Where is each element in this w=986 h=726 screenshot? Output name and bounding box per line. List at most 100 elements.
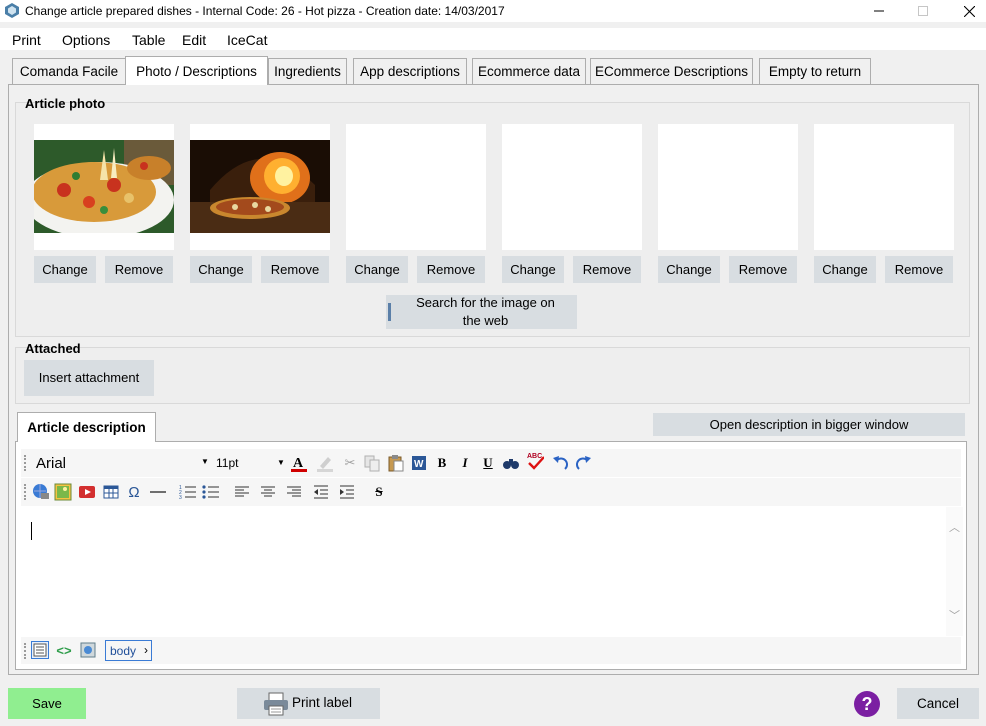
special-char-icon[interactable]: Ω — [125, 483, 143, 501]
print-label-button[interactable]: Print label — [237, 688, 380, 719]
italic-icon[interactable]: I — [456, 454, 474, 472]
tab-strip: Comanda Facile Photo / Descriptions Ingr… — [0, 56, 986, 85]
table-icon[interactable] — [102, 483, 120, 501]
search-image-web-button[interactable]: Search for the image on the web — [386, 295, 577, 329]
remove-button[interactable]: Remove — [417, 256, 485, 283]
scroll-down-icon[interactable]: ﹀ — [949, 607, 960, 623]
horizontal-rule-icon[interactable] — [149, 483, 167, 501]
remove-button[interactable]: Remove — [261, 256, 329, 283]
insert-attachment-button[interactable]: Insert attachment — [24, 360, 154, 396]
scroll-up-icon[interactable]: ︿ — [949, 519, 960, 535]
menu-table[interactable]: Table — [132, 32, 165, 48]
remove-button[interactable]: Remove — [573, 256, 641, 283]
svg-text:3: 3 — [179, 495, 182, 501]
tab-comanda-facile[interactable]: Comanda Facile — [12, 58, 126, 84]
chevron-down-icon: ▼ — [201, 457, 209, 466]
photo-slot-2 — [190, 124, 330, 250]
align-left-icon[interactable] — [233, 483, 251, 501]
toolbar-grip — [24, 484, 26, 500]
change-button[interactable]: Change — [658, 256, 720, 283]
unordered-list-icon[interactable] — [202, 483, 220, 501]
cut-icon[interactable]: ✂ — [341, 454, 359, 472]
find-icon[interactable] — [502, 454, 520, 472]
printer-icon — [264, 692, 288, 716]
underline-icon[interactable]: U — [479, 454, 497, 472]
ordered-list-icon[interactable]: 123 — [179, 483, 197, 501]
change-button[interactable]: Change — [190, 256, 252, 283]
menu-options[interactable]: Options — [62, 32, 110, 48]
change-button[interactable]: Change — [34, 256, 96, 283]
photo-slot-3 — [346, 124, 486, 250]
tab-article-description[interactable]: Article description — [17, 412, 156, 442]
web-icon — [388, 303, 391, 321]
spellcheck-icon[interactable]: ABC — [526, 452, 544, 470]
change-button[interactable]: Change — [502, 256, 564, 283]
undo-icon[interactable] — [551, 454, 569, 472]
save-button[interactable]: Save — [8, 688, 86, 719]
remove-button[interactable]: Remove — [729, 256, 797, 283]
menu-print[interactable]: Print — [12, 32, 41, 48]
tag-breadcrumb-label: body — [110, 643, 137, 658]
editor-status-bar: <> body › — [21, 637, 961, 664]
menu-bar: Print Options Table Edit IceCat — [0, 28, 986, 50]
remove-button[interactable]: Remove — [885, 256, 953, 283]
title-bar: Change article prepared dishes - Interna… — [0, 0, 986, 22]
align-center-icon[interactable] — [259, 483, 277, 501]
minimize-icon[interactable] — [856, 0, 902, 22]
toolbar-grip — [24, 643, 26, 659]
editor-scrollbar[interactable]: ︿ ﹀ — [946, 507, 963, 636]
svg-text:ABC: ABC — [527, 453, 542, 460]
preview-icon[interactable] — [79, 641, 97, 659]
svg-text:W: W — [414, 459, 424, 470]
close-icon[interactable] — [946, 0, 986, 22]
tab-ingredients[interactable]: Ingredients — [268, 58, 347, 84]
change-button[interactable]: Change — [346, 256, 408, 283]
menu-edit[interactable]: Edit — [182, 32, 206, 48]
editor-toolbar-2: Ω 123 S — [21, 478, 961, 506]
highlight-color-icon[interactable] — [316, 454, 334, 472]
change-button[interactable]: Change — [814, 256, 876, 283]
tab-empty-to-return[interactable]: Empty to return — [759, 58, 871, 84]
html-view-icon[interactable]: <> — [55, 641, 73, 659]
link-icon[interactable] — [32, 483, 50, 501]
pizza-slice-image — [34, 140, 174, 233]
window-title: Change article prepared dishes - Interna… — [25, 4, 505, 18]
copy-icon[interactable] — [363, 454, 381, 472]
font-color-icon[interactable]: A — [290, 454, 308, 472]
svg-text:A: A — [293, 456, 304, 471]
paste-word-icon[interactable]: W — [410, 454, 428, 472]
remove-button[interactable]: Remove — [105, 256, 173, 283]
image-icon[interactable] — [54, 483, 72, 501]
attached-group — [15, 347, 970, 404]
font-size-select[interactable]: 11pt ▼ — [213, 452, 287, 474]
strikethrough-icon[interactable]: S — [370, 483, 388, 501]
tab-ecommerce-data[interactable]: Ecommerce data — [472, 58, 586, 84]
help-icon[interactable]: ? — [854, 691, 880, 717]
bold-icon[interactable]: B — [433, 454, 451, 472]
open-bigger-window-button[interactable]: Open description in bigger window — [653, 413, 965, 436]
indent-icon[interactable] — [338, 483, 356, 501]
font-size-value: 11pt — [216, 456, 239, 470]
tab-ecommerce-descriptions[interactable]: ECommerce Descriptions — [590, 58, 753, 84]
maximize-icon[interactable] — [900, 0, 946, 22]
video-icon[interactable] — [78, 483, 96, 501]
description-editor[interactable] — [21, 507, 946, 636]
outdent-icon[interactable] — [312, 483, 330, 501]
tag-breadcrumb-body[interactable]: body › — [105, 640, 152, 661]
tab-app-descriptions[interactable]: App descriptions — [353, 58, 467, 84]
photo-slot-4 — [502, 124, 642, 250]
cancel-button[interactable]: Cancel — [897, 688, 979, 719]
align-right-icon[interactable] — [285, 483, 303, 501]
menu-icecat[interactable]: IceCat — [227, 32, 267, 48]
print-label-text: Print label — [292, 695, 353, 710]
paste-icon[interactable] — [387, 454, 405, 472]
font-family-select[interactable]: Arial ▼ — [33, 452, 209, 474]
chevron-down-icon: ▼ — [277, 458, 285, 467]
tab-photo-descriptions[interactable]: Photo / Descriptions — [125, 56, 268, 85]
redo-icon[interactable] — [575, 454, 593, 472]
toolbar-grip — [24, 455, 26, 471]
attached-title: Attached — [25, 341, 81, 356]
pizza-oven-image — [190, 140, 330, 233]
text-caret — [31, 522, 32, 540]
design-view-icon[interactable] — [31, 641, 49, 659]
